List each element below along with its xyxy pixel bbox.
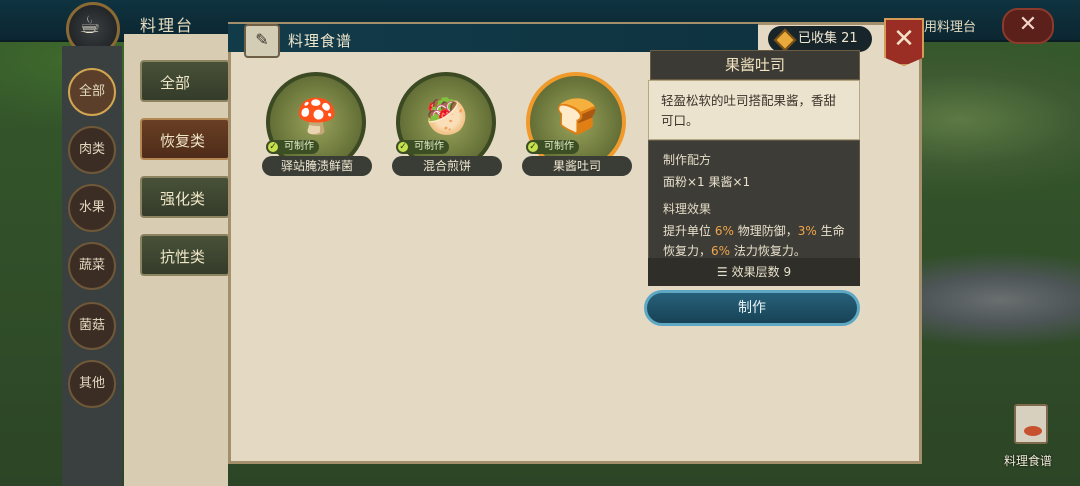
detail-title: 果酱吐司 <box>650 50 860 80</box>
layers-icon: ☰ <box>716 265 728 279</box>
recipe-ingredients: 面粉×1 果酱×1 <box>663 175 751 189</box>
craft-button[interactable]: 制作 <box>644 290 860 326</box>
mushroom-dish-icon: 🍄 <box>295 97 339 137</box>
detail-description: 轻盈松软的吐司搭配果酱，香甜可口。 <box>648 80 860 140</box>
layers-label: 效果层数 9 <box>731 265 792 279</box>
recipe-card[interactable]: 🥙 可制作 ✓ 混合煎饼 <box>392 68 502 178</box>
recipe-card-selected[interactable]: 🍞 可制作 ✓ 果酱吐司 <box>522 68 632 178</box>
check-icon: ✓ <box>398 142 408 152</box>
recipe-section-title: 制作配方 <box>663 153 712 167</box>
category-mushroom-button[interactable]: 菌菇 <box>68 302 116 350</box>
category-all-button[interactable]: 全部 <box>68 68 116 116</box>
top-right-label: 用料理台 <box>923 20 976 35</box>
tab-all[interactable]: 全部 <box>140 60 230 102</box>
effect-layers: ☰ 效果层数 9 <box>648 258 860 286</box>
tab-recovery[interactable]: 恢复类 <box>140 118 230 160</box>
category-other-button[interactable]: 其他 <box>68 360 116 408</box>
recipe-name: 果酱吐司 <box>522 156 632 176</box>
top-close-button[interactable]: ✕ <box>1002 8 1054 44</box>
top-title: 料理台 <box>140 16 195 35</box>
category-fruit-button[interactable]: 水果 <box>68 184 116 232</box>
tab-enhance[interactable]: 强化类 <box>140 176 230 218</box>
recipe-book-icon <box>1014 404 1048 444</box>
tab-resistance[interactable]: 抗性类 <box>140 234 230 276</box>
jam-toast-icon: 🍞 <box>555 97 599 137</box>
recipe-book-label: 料理食谱 <box>1003 454 1052 468</box>
check-icon: ✓ <box>268 142 278 152</box>
recipe-name: 混合煎饼 <box>392 156 502 176</box>
category-vegetable-button[interactable]: 蔬菜 <box>68 242 116 290</box>
category-meat-button[interactable]: 肉类 <box>68 126 116 174</box>
recipe-name: 驿站腌渍鲜菌 <box>262 156 372 176</box>
recipe-book-button[interactable]: 料理食谱 <box>998 404 1058 468</box>
effect-section-title: 料理效果 <box>663 202 712 216</box>
effect-text: 提升单位 6% 物理防御，3% 生命恢复力，6% 法力恢复力。 <box>663 224 845 258</box>
pancake-wrap-icon: 🥙 <box>425 97 469 137</box>
recipe-book-icon: ✎ <box>244 24 280 58</box>
check-icon: ✓ <box>528 142 538 152</box>
recipe-card[interactable]: 🍄 可制作 ✓ 驿站腌渍鲜菌 <box>262 68 372 178</box>
dialog-close-button[interactable]: ✕ <box>884 18 924 66</box>
dialog-title: 料理食谱 <box>288 32 353 50</box>
